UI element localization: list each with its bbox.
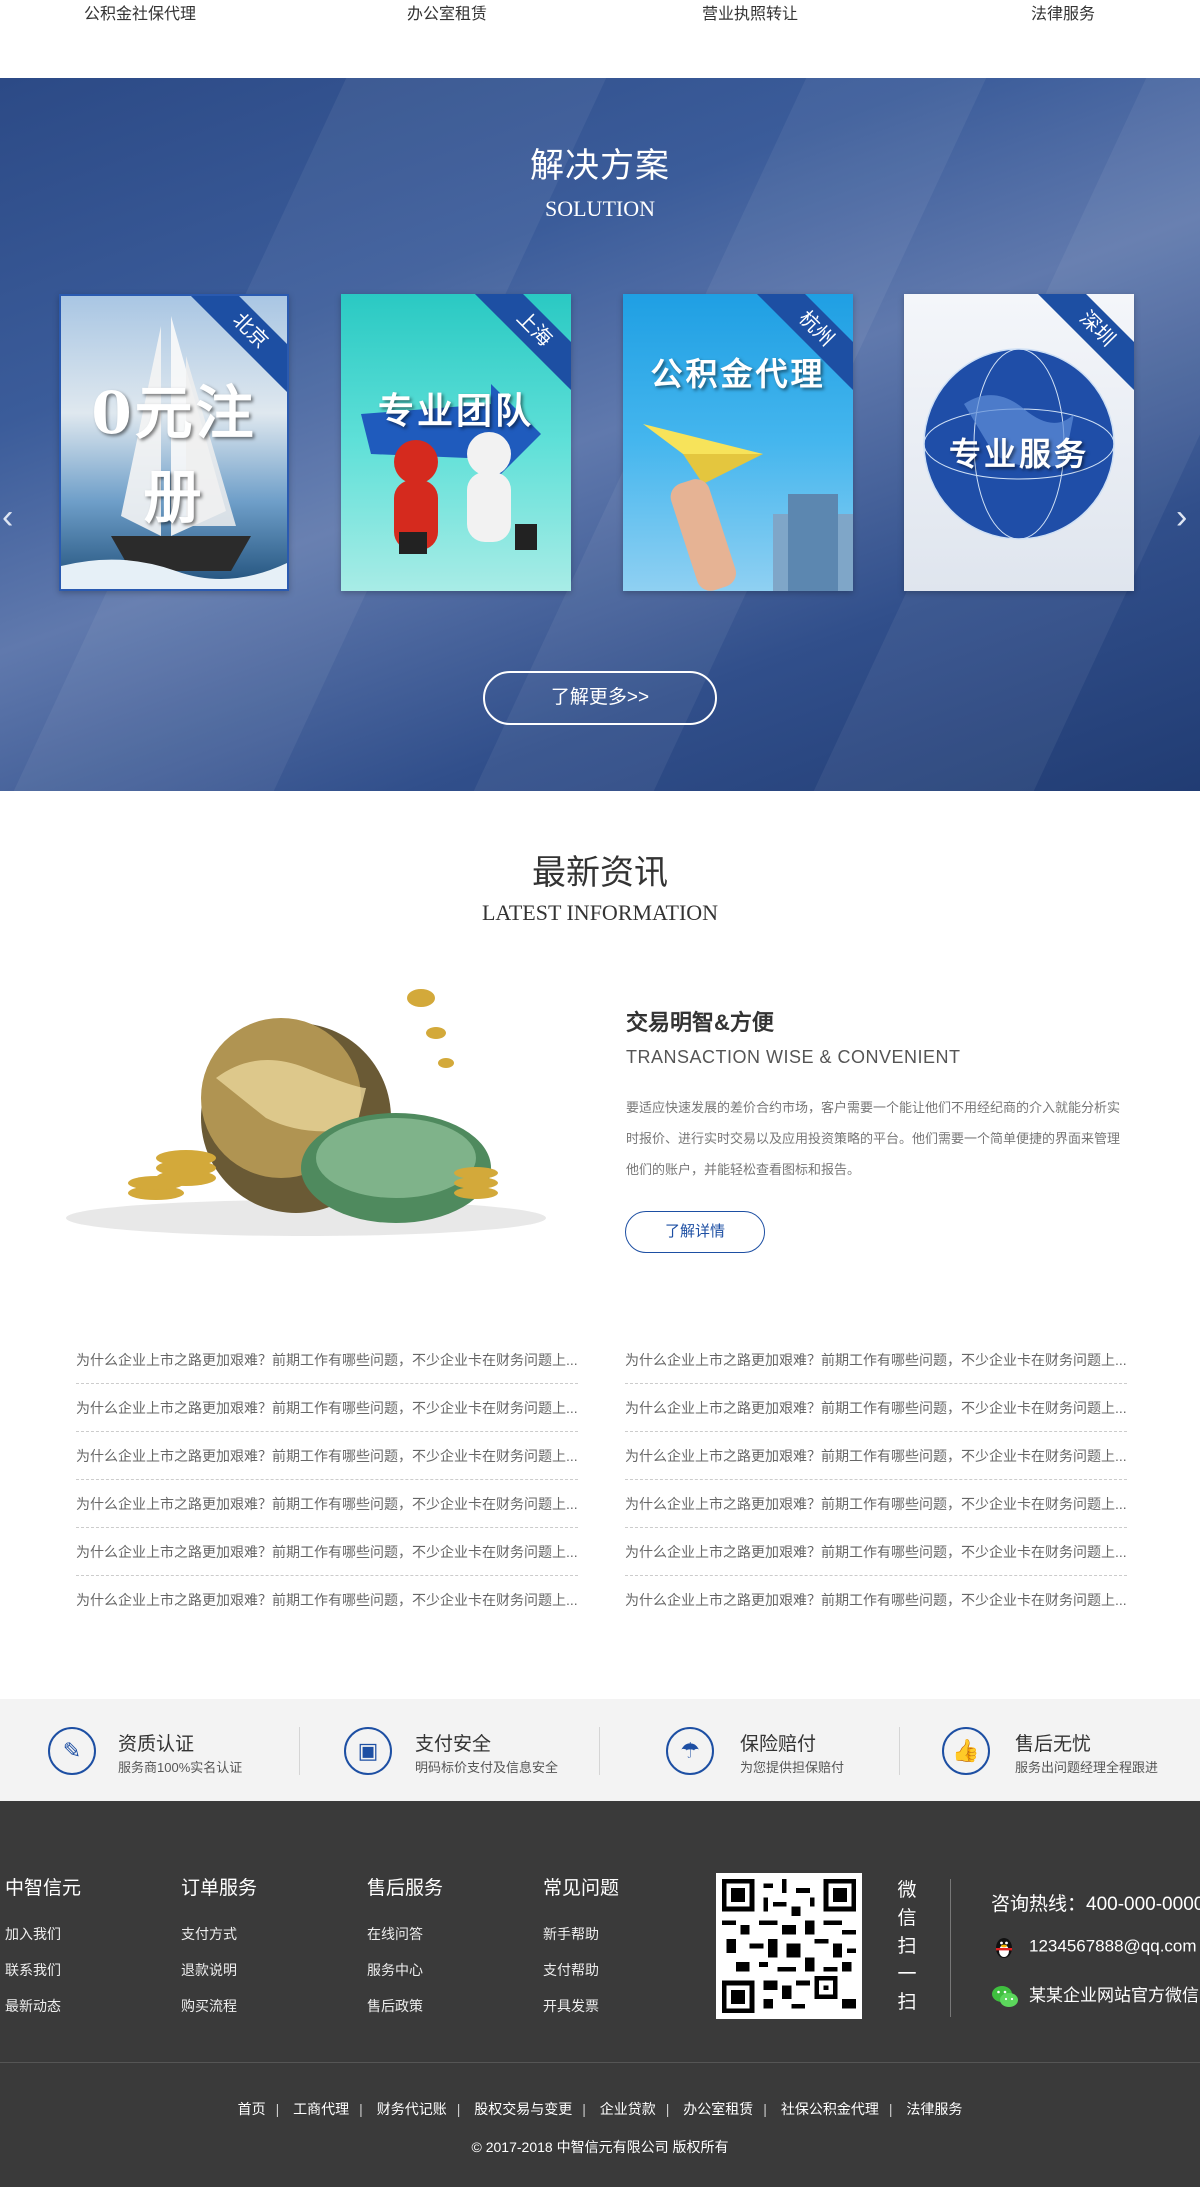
feature-title: 售后无忧 — [1015, 1734, 1092, 1755]
bottom-link-bookkeeping[interactable]: 财务代记账 — [377, 2101, 447, 2117]
nav-item-license-transfer[interactable]: 营业执照转让 — [702, 0, 798, 24]
list-item[interactable]: 为什么企业上市之路更加艰难？前期工作有哪些问题，不少企业卡在财务问题上... — [625, 1336, 1127, 1384]
footer-link[interactable]: 最新动态 — [5, 1996, 61, 2016]
feature-desc: 为您提供担保赔付 — [740, 1760, 845, 1775]
feature-title: 保险赔付 — [740, 1734, 817, 1755]
wechat-contact[interactable]: 某某企业网站官方微信 — [991, 1981, 1199, 2010]
hotline: 咨询热线：400-000-0000 — [991, 1894, 1200, 1915]
card-text: 专业服务 — [948, 435, 1089, 473]
list-item[interactable]: 为什么企业上市之路更加艰难？前期工作有哪些问题，不少企业卡在财务问题上... — [625, 1528, 1127, 1576]
list-item[interactable]: 为什么企业上市之路更加艰难？前期工作有哪些问题，不少企业卡在财务问题上... — [625, 1480, 1127, 1528]
qr-caption: 微信扫一扫 — [897, 1880, 917, 2013]
footer-link[interactable]: 联系我们 — [5, 1960, 61, 1980]
divider — [599, 1727, 600, 1775]
feature-desc: 服务出问题经理全程跟进 — [1015, 1760, 1159, 1775]
wechat-account: 某某企业网站官方微信 — [1029, 1986, 1199, 2005]
solution-section: 解决方案 SOLUTION 0元注册 北京 专业团队 上海 公积金代理 杭州 专… — [0, 78, 1200, 791]
top-nav: 公积金社保代理 办公室租赁 营业执照转让 法律服务 — [0, 0, 1200, 78]
solution-card-shenzhen[interactable]: 专业服务 深圳 — [904, 294, 1134, 591]
footer-hr — [0, 2062, 1200, 2063]
footer: 中智信元 加入我们 联系我们 最新动态 订单服务 支付方式 退款说明 购买流程 … — [0, 1801, 1200, 2187]
nav-item-social-security[interactable]: 公积金社保代理 — [84, 0, 196, 24]
list-item[interactable]: 为什么企业上市之路更加艰难？前期工作有哪些问题，不少企业卡在财务问题上... — [625, 1384, 1127, 1432]
solution-card-beijing[interactable]: 0元注册 北京 — [59, 294, 289, 591]
feature-title: 支付安全 — [415, 1734, 492, 1755]
feature-desc: 明码标价支付及信息安全 — [415, 1760, 559, 1775]
copyright: © 2017-2018 中智信元有限公司 版权所有 — [471, 2139, 729, 2155]
carousel-prev-arrow[interactable]: ‹ — [2, 498, 13, 537]
list-item[interactable]: 为什么企业上市之路更加艰难？前期工作有哪些问题，不少企业卡在财务问题上... — [76, 1384, 578, 1432]
nav-item-office-rental[interactable]: 办公室租赁 — [407, 0, 487, 24]
featured-details-button[interactable]: 了解详情 — [625, 1211, 765, 1253]
footer-link[interactable]: 售后政策 — [367, 1996, 423, 2016]
footer-link[interactable]: 支付帮助 — [543, 1960, 599, 1980]
list-item[interactable]: 为什么企业上市之路更加艰难？前期工作有哪些问题，不少企业卡在财务问题上... — [76, 1528, 578, 1576]
umbrella-icon: ☂ — [666, 1727, 714, 1775]
bottom-link-equity[interactable]: 股权交易与变更 — [474, 2101, 572, 2117]
bottom-link-social-security[interactable]: 社保公积金代理 — [781, 2101, 879, 2117]
list-item[interactable]: 为什么企业上市之路更加艰难？前期工作有哪些问题，不少企业卡在财务问题上... — [76, 1336, 578, 1384]
wechat-qr-code — [716, 1873, 862, 2019]
footer-divider — [950, 1879, 951, 2017]
solution-card-shanghai[interactable]: 专业团队 上海 — [341, 294, 571, 591]
wechat-icon — [991, 1984, 1018, 2010]
footer-link[interactable]: 开具发票 — [543, 1996, 599, 2016]
qq-email: 1234567888@qq.com — [1029, 1936, 1197, 1956]
thumbs-up-icon: 👍 — [942, 1727, 990, 1775]
footer-col-title: 常见问题 — [543, 1878, 620, 1899]
feature-title: 资质认证 — [118, 1734, 195, 1755]
globe-money-illustration — [66, 989, 546, 1236]
qq-contact[interactable]: 1234567888@qq.com — [991, 1934, 1197, 1960]
footer-col-title: 中智信元 — [5, 1878, 82, 1899]
card-text: 0元注册 — [91, 379, 257, 531]
featured-heading: 交易明智&方便 — [626, 1010, 774, 1035]
footer-link[interactable]: 新手帮助 — [543, 1924, 599, 1944]
solution-subtitle: SOLUTION — [545, 196, 655, 221]
list-item[interactable]: 为什么企业上市之路更加艰难？前期工作有哪些问题，不少企业卡在财务问题上... — [76, 1480, 578, 1528]
nav-item-legal-services[interactable]: 法律服务 — [1031, 0, 1095, 24]
news-subtitle: LATEST INFORMATION — [481, 900, 719, 925]
list-item[interactable]: 为什么企业上市之路更加艰难？前期工作有哪些问题，不少企业卡在财务问题上... — [76, 1576, 578, 1624]
learn-more-button[interactable]: 了解更多>> — [483, 671, 717, 725]
bottom-link-legal[interactable]: 法律服务 — [906, 2101, 962, 2117]
footer-col-title: 订单服务 — [181, 1878, 258, 1899]
footer-link[interactable]: 服务中心 — [367, 1960, 423, 1980]
certificate-icon: ✎ — [48, 1727, 96, 1775]
features-bar: ✎ 资质认证 服务商100%实名认证 ▣ 支付安全 明码标价支付及信息安全 ☂ … — [0, 1699, 1200, 1801]
footer-link[interactable]: 在线问答 — [367, 1924, 423, 1944]
divider — [899, 1727, 900, 1775]
footer-link[interactable]: 加入我们 — [5, 1924, 61, 1944]
footer-link[interactable]: 购买流程 — [181, 1996, 237, 2016]
solution-card-hangzhou[interactable]: 公积金代理 杭州 — [623, 294, 853, 591]
qr-code-icon — [722, 1879, 856, 2013]
carousel-next-arrow[interactable]: › — [1176, 498, 1187, 537]
footer-link[interactable]: 支付方式 — [181, 1924, 237, 1944]
wallet-icon: ▣ — [344, 1727, 392, 1775]
divider — [299, 1727, 300, 1775]
feature-desc: 服务商100%实名认证 — [118, 1760, 243, 1775]
bottom-link-office-rental[interactable]: 办公室租赁 — [683, 2101, 753, 2117]
solution-title: 解决方案 — [530, 146, 670, 186]
bottom-link-loans[interactable]: 企业贷款 — [600, 2101, 656, 2117]
bottom-link-business-agency[interactable]: 工商代理 — [293, 2101, 349, 2117]
footer-link[interactable]: 退款说明 — [181, 1960, 237, 1980]
list-item[interactable]: 为什么企业上市之路更加艰难？前期工作有哪些问题，不少企业卡在财务问题上... — [625, 1432, 1127, 1480]
list-item[interactable]: 为什么企业上市之路更加艰难？前期工作有哪些问题，不少企业卡在财务问题上... — [76, 1432, 578, 1480]
featured-heading-en: TRANSACTION WISE & CONVENIENT — [626, 1047, 961, 1067]
featured-body: 要适应快速发展的差价合约市场，客户需要一个能让他们不用经纪商的介入就能分析实时报… — [626, 1100, 1121, 1177]
news-title: 最新资讯 — [532, 853, 668, 893]
news-list-left: 为什么企业上市之路更加艰难？前期工作有哪些问题，不少企业卡在财务问题上... 为… — [76, 1336, 578, 1624]
news-list-right: 为什么企业上市之路更加艰难？前期工作有哪些问题，不少企业卡在财务问题上... 为… — [625, 1336, 1127, 1624]
footer-col-title: 售后服务 — [367, 1878, 444, 1899]
list-item[interactable]: 为什么企业上市之路更加艰难？前期工作有哪些问题，不少企业卡在财务问题上... — [625, 1576, 1127, 1624]
qq-penguin-icon — [991, 1934, 1017, 1960]
card-text: 专业团队 — [377, 390, 534, 432]
bottom-link-home[interactable]: 首页 — [238, 2101, 266, 2117]
footer-bottom-links: 首页 | 工商代理 | 财务代记账 | 股权交易与变更 | 企业贷款 | 办公室租赁 | 社… — [237, 2101, 963, 2117]
